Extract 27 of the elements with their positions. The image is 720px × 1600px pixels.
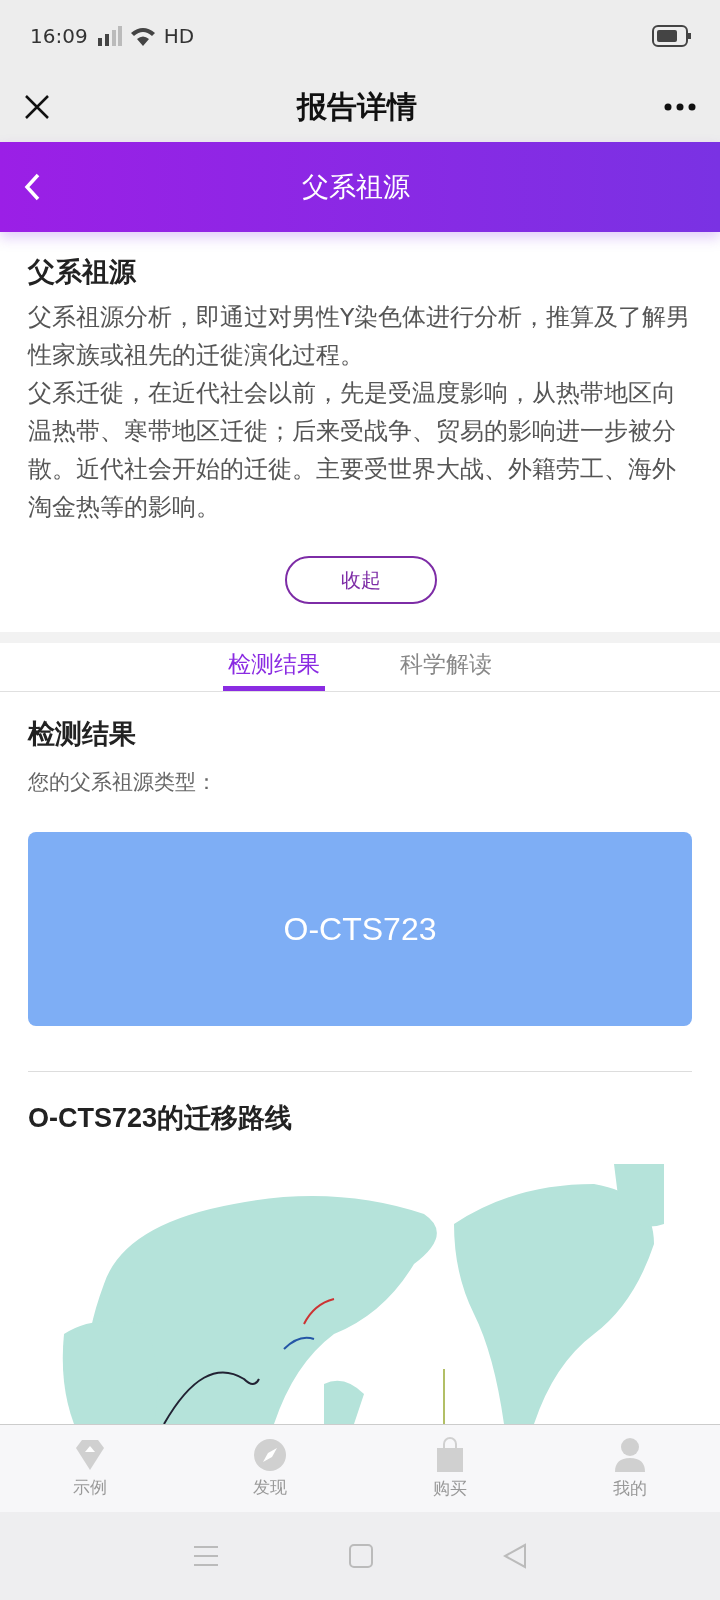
result-subtitle: 您的父系祖源类型： — [28, 769, 218, 796]
page-title: 报告详情 — [295, 87, 418, 126]
close-icon[interactable] — [24, 94, 50, 120]
tab[interactable]: 检测结果 — [223, 643, 325, 691]
haplogroup-card: O-CTS723 — [28, 832, 692, 1026]
battery-icon — [652, 25, 692, 47]
more-icon[interactable] — [664, 103, 696, 111]
paragraph: 父系迁徙，在近代社会以前，先是受温度影响，从热带地区向温热带、寒带地区迁徙；后来受战争、贸易的影响进一步被分散。近代社会开始的迁徙。主要受世界大战、外籍劳工、海外淘金热等的影响。 — [28, 378, 677, 523]
header-title: 父系祖源 — [301, 170, 411, 204]
section-title: 检测结果 — [28, 717, 137, 751]
compass-icon — [253, 1438, 287, 1472]
nav-label[interactable]: 示例 — [73, 1476, 107, 1499]
network-label: HD — [163, 24, 195, 48]
nav-label[interactable]: 发现 — [253, 1476, 287, 1499]
nav-label[interactable]: 我的 — [613, 1477, 647, 1500]
collapse-button[interactable]: 收起 — [285, 556, 437, 604]
status-time: 16:09 — [30, 24, 88, 48]
diamond-icon — [74, 1438, 106, 1472]
nav-label[interactable]: 购买 — [433, 1477, 467, 1500]
route-title: O-CTS723的迁移路线 — [28, 1102, 294, 1135]
signal-icon — [95, 26, 122, 46]
person-icon — [614, 1437, 646, 1473]
wifi-icon — [129, 26, 156, 46]
bag-icon — [435, 1437, 465, 1473]
paragraph: 父系祖源分析，即通过对男性Y染色体进行分析，推算及了解男性家族或祖先的迁徙演化过程。 — [28, 302, 692, 371]
tab[interactable]: 科学解读 — [395, 643, 497, 691]
section-title: 父系祖源 — [28, 255, 137, 289]
